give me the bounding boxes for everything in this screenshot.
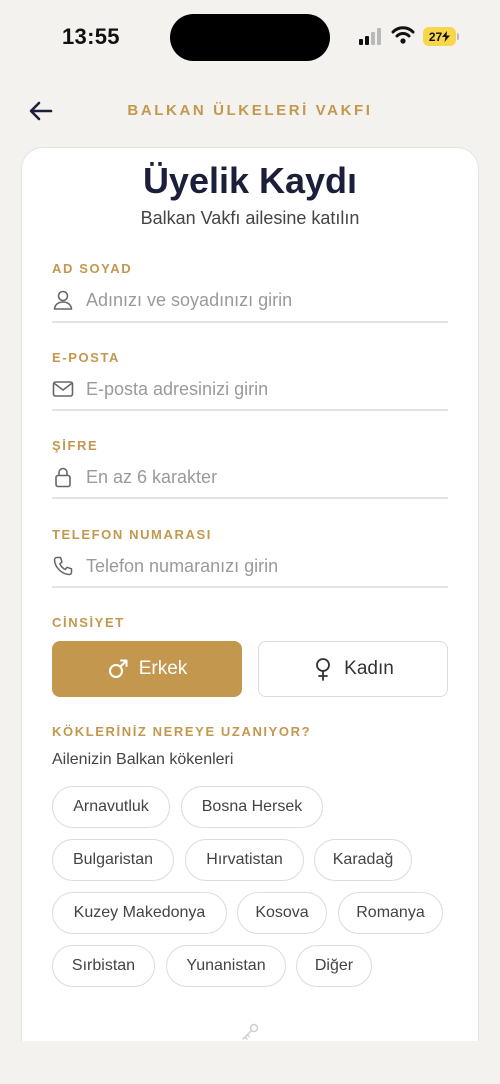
chip-kuzey-makedonya[interactable]: Kuzey Makedonya — [52, 892, 227, 934]
name-underline — [52, 321, 448, 323]
bottom-background — [0, 1041, 500, 1084]
phone-input[interactable] — [86, 553, 446, 579]
phone-field — [52, 553, 448, 583]
key-icon — [242, 1023, 259, 1040]
chip-hirvatistan[interactable]: Hırvatistan — [185, 839, 304, 881]
battery-tip — [457, 33, 459, 40]
brand-title: BALKAN ÜLKELERİ VAKFI — [127, 102, 373, 119]
chip-arnavutluk[interactable]: Arnavutluk — [52, 786, 170, 828]
chip-diger[interactable]: Diğer — [296, 945, 372, 987]
phone-underline — [52, 586, 448, 588]
password-label: ŞİFRE — [52, 438, 99, 453]
password-field — [52, 464, 448, 494]
chip-bosna-hersek[interactable]: Bosna Hersek — [181, 786, 323, 828]
female-symbol-icon — [316, 658, 331, 681]
gender-female-button[interactable]: Kadın — [258, 641, 448, 697]
password-underline — [52, 497, 448, 499]
chip-karadag[interactable]: Karadağ — [314, 839, 412, 881]
chip-bulgaristan[interactable]: Bulgaristan — [52, 839, 174, 881]
password-input[interactable] — [86, 464, 446, 490]
gender-female-label: Kadın — [344, 658, 394, 679]
email-underline — [52, 409, 448, 411]
user-icon — [53, 290, 73, 310]
phone-label: TELEFON NUMARASI — [52, 527, 212, 542]
cellular-signal-icon — [359, 28, 385, 45]
name-input[interactable] — [86, 287, 446, 313]
status-time: 13:55 — [62, 24, 120, 49]
email-field — [52, 376, 448, 406]
chip-kosova[interactable]: Kosova — [237, 892, 327, 934]
male-symbol-icon — [108, 659, 128, 678]
page-subtitle: Balkan Vakfı ailesine katılın — [140, 208, 360, 228]
roots-hint: Ailenizin Balkan kökenleri — [52, 751, 234, 768]
name-label: AD SOYAD — [52, 261, 133, 276]
email-input[interactable] — [86, 376, 446, 402]
mail-icon — [52, 381, 74, 397]
chip-yunanistan[interactable]: Yunanistan — [166, 945, 286, 987]
email-label: E-POSTA — [52, 350, 121, 365]
lock-icon — [55, 467, 71, 488]
gender-label: CİNSİYET — [52, 615, 125, 630]
chip-sirbistan[interactable]: Sırbistan — [52, 945, 155, 987]
page-title: Üyelik Kaydı — [142, 160, 358, 201]
gender-male-button[interactable]: Erkek — [52, 641, 242, 697]
phone-icon — [53, 556, 73, 576]
chip-romanya[interactable]: Romanya — [338, 892, 443, 934]
battery-icon: 27 — [423, 27, 456, 46]
name-field — [52, 287, 448, 317]
roots-label: KÖKLERİNİZ NEREYE UZANIYOR? — [52, 724, 312, 739]
screen: 13:55 27 BALKAN ÜLKELERİ VAKFI Üyelik Ka… — [0, 0, 500, 1084]
battery-level: 27 — [428, 29, 443, 44]
dynamic-island — [170, 14, 330, 61]
gender-male-label: Erkek — [138, 658, 188, 679]
status-bar: 13:55 27 — [0, 0, 500, 75]
charging-bolt-icon — [442, 31, 451, 42]
wifi-icon — [391, 26, 415, 44]
